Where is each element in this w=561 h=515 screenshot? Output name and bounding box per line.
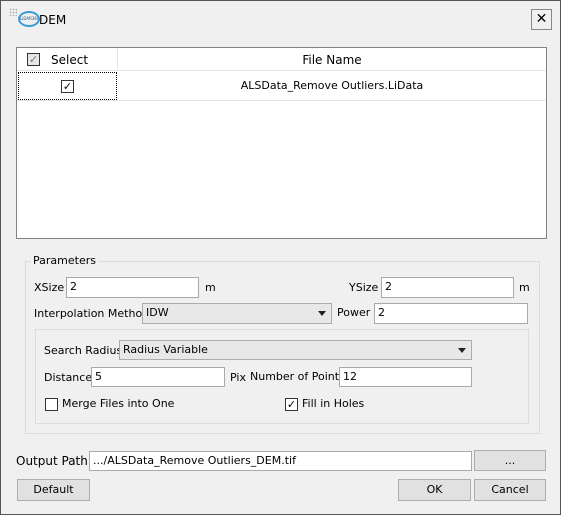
number-of-points-label: Number of Points bbox=[250, 370, 345, 383]
window-title: DEM bbox=[39, 13, 67, 27]
row-select-cell[interactable]: ✓ bbox=[18, 72, 117, 100]
browse-button[interactable]: ... bbox=[474, 450, 546, 471]
xsize-label: XSize bbox=[34, 281, 65, 294]
interpolation-method-select[interactable]: IDW bbox=[142, 303, 332, 324]
power-input[interactable]: 2 bbox=[374, 303, 528, 324]
ysize-input[interactable]: 2 bbox=[381, 277, 514, 298]
merge-files-checkbox[interactable] bbox=[45, 398, 58, 411]
search-radius-value: Radius Variable bbox=[123, 343, 208, 356]
dem-dialog: LiDAR360 DEM ✕ ✓ Select File Name ✓ ALSD… bbox=[0, 0, 561, 515]
ysize-unit: m bbox=[519, 281, 530, 294]
close-icon: ✕ bbox=[535, 11, 548, 27]
ok-button[interactable]: OK bbox=[398, 479, 471, 501]
fill-holes-label[interactable]: Fill in Holes bbox=[302, 397, 364, 411]
output-path-input[interactable]: .../ALSData_Remove Outliers_DEM.tif bbox=[89, 451, 472, 471]
logo-text: LiDAR360 bbox=[20, 16, 40, 21]
cancel-button[interactable]: Cancel bbox=[474, 479, 546, 501]
table-header: ✓ Select File Name bbox=[17, 48, 546, 71]
column-header-file-name[interactable]: File Name bbox=[118, 53, 546, 67]
distance-label: Distance bbox=[44, 371, 93, 384]
distance-unit: Pix bbox=[230, 371, 246, 384]
fill-holes-checkbox[interactable]: ✓ bbox=[285, 398, 298, 411]
default-button[interactable]: Default bbox=[17, 479, 90, 501]
close-button[interactable]: ✕ bbox=[531, 9, 552, 30]
output-path-label: Output Path: bbox=[16, 454, 92, 468]
chevron-down-icon bbox=[458, 348, 466, 353]
chevron-down-icon bbox=[318, 311, 326, 316]
file-name-cell: ALSData_Remove Outliers.LiData bbox=[240, 79, 424, 92]
search-radius-label: Search Radius bbox=[44, 344, 123, 357]
parameters-group-label: Parameters bbox=[31, 254, 98, 268]
xsize-input[interactable]: 2 bbox=[66, 277, 199, 298]
table-row[interactable]: ✓ ALSData_Remove Outliers.LiData bbox=[17, 71, 546, 101]
drag-grip-icon bbox=[9, 8, 17, 16]
search-radius-select[interactable]: Radius Variable bbox=[119, 340, 472, 360]
interpolation-method-label: Interpolation Method bbox=[34, 307, 150, 320]
header-select-checkbox[interactable]: ✓ bbox=[27, 53, 40, 66]
xsize-unit: m bbox=[205, 281, 216, 294]
interpolation-method-value: IDW bbox=[146, 306, 169, 319]
row-select-checkbox[interactable]: ✓ bbox=[61, 80, 74, 93]
distance-input[interactable]: 5 bbox=[91, 367, 225, 387]
merge-files-label[interactable]: Merge Files into One bbox=[62, 397, 174, 411]
app-logo: LiDAR360 bbox=[18, 11, 40, 27]
ysize-label: YSize bbox=[349, 281, 379, 294]
power-label: Power bbox=[337, 306, 371, 319]
file-table: ✓ Select File Name ✓ ALSData_Remove Outl… bbox=[16, 47, 547, 239]
number-of-points-input[interactable]: 12 bbox=[339, 367, 472, 387]
column-header-select[interactable]: Select bbox=[51, 53, 88, 67]
